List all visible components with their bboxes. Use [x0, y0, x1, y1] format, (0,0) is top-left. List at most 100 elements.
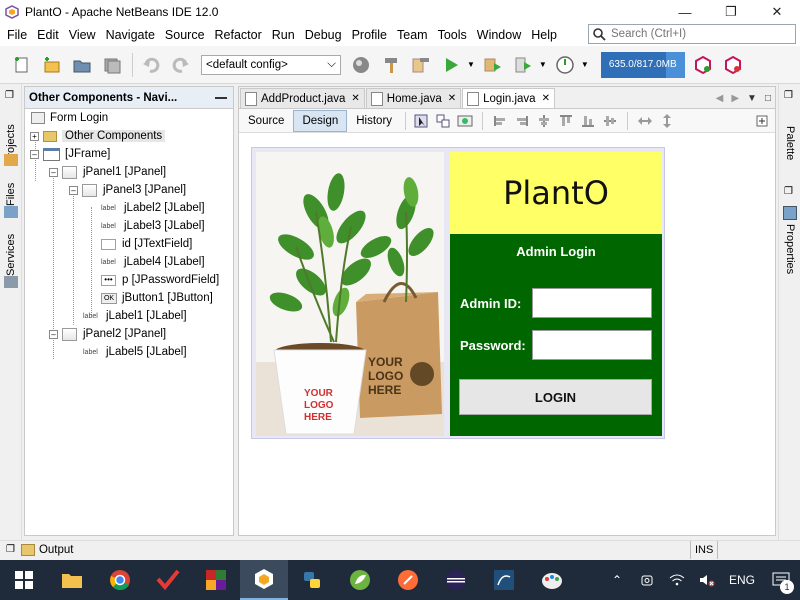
clean-build-icon[interactable]	[407, 51, 435, 79]
minimize-button[interactable]: —	[662, 0, 708, 24]
restore-icon[interactable]: ❐	[6, 544, 15, 555]
tree-node-form[interactable]: Form Login	[31, 109, 108, 127]
tree-node-jlabel1[interactable]: label jLabel1 [JLabel]	[83, 307, 187, 325]
tree-node-jlabel2[interactable]: label jLabel2 [JLabel]	[101, 199, 205, 217]
globe-icon[interactable]	[347, 51, 375, 79]
chevron-left-icon[interactable]: ◀	[716, 93, 724, 104]
search-box[interactable]	[588, 24, 796, 44]
menu-source[interactable]: Source	[160, 24, 210, 46]
align-bottom-icon[interactable]	[579, 113, 597, 129]
memory-indicator[interactable]: 635.0/817.0MB	[600, 51, 685, 78]
chevron-up-icon[interactable]: ⌃	[602, 560, 632, 600]
align-top-icon[interactable]	[557, 113, 575, 129]
file-explorer-icon[interactable]	[48, 560, 96, 600]
tree-node-jpanel2[interactable]: – jPanel2 [JPanel]	[49, 325, 166, 343]
new-project-icon[interactable]	[38, 51, 66, 79]
tab-addproduct[interactable]: AddProduct.java ✕	[240, 88, 365, 108]
output-tab[interactable]: Output	[39, 544, 74, 556]
config-select[interactable]: <default config> ⌵	[201, 54, 341, 75]
preview-design-icon[interactable]	[456, 113, 474, 129]
expand-canvas-icon[interactable]	[753, 113, 771, 129]
resize-vertical-icon[interactable]	[658, 113, 676, 129]
menu-help[interactable]: Help	[526, 24, 562, 46]
menu-tools[interactable]: Tools	[433, 24, 472, 46]
menu-team[interactable]: Team	[392, 24, 433, 46]
menu-refactor[interactable]: Refactor	[210, 24, 267, 46]
debug-icon[interactable]	[479, 51, 507, 79]
notification-icon[interactable]: 1	[762, 560, 800, 600]
collapse-icon[interactable]: –	[69, 185, 78, 195]
tab-properties[interactable]: Properties	[782, 224, 798, 278]
menu-debug[interactable]: Debug	[300, 24, 347, 46]
align-right-icon[interactable]	[513, 113, 531, 129]
tree-node-jlabel5[interactable]: label jLabel5 [JLabel]	[83, 343, 187, 361]
netbeans-taskbar-icon[interactable]	[240, 560, 288, 600]
close-tab-icon[interactable]: ✕	[542, 93, 550, 104]
search-input[interactable]	[611, 28, 791, 40]
resize-horizontal-icon[interactable]	[636, 113, 654, 129]
tree-node-id-textfield[interactable]: id [JTextField]	[101, 235, 192, 253]
tree-node-jlabel4[interactable]: label jLabel4 [JLabel]	[101, 253, 205, 271]
save-all-icon[interactable]	[98, 51, 126, 79]
login-button[interactable]: LOGIN	[459, 379, 652, 415]
menu-edit[interactable]: Edit	[32, 24, 64, 46]
chevron-right-icon[interactable]: ▶	[731, 93, 739, 104]
python-icon[interactable]	[288, 560, 336, 600]
view-source-tab[interactable]: Source	[239, 110, 293, 132]
undo-icon[interactable]	[137, 51, 165, 79]
build-hammer-icon[interactable]	[377, 51, 405, 79]
restore-icon[interactable]: ❐	[5, 90, 14, 101]
eclipse-icon[interactable]	[432, 560, 480, 600]
paint-icon[interactable]	[528, 560, 576, 600]
postman-icon[interactable]	[384, 560, 432, 600]
expand-icon[interactable]: +	[30, 131, 39, 141]
menu-run[interactable]: Run	[267, 24, 300, 46]
form-preview[interactable]: YOUR LOGO HERE YOUR LOGO HERE PlantO Adm…	[251, 147, 665, 439]
maximize-button[interactable]: ❐	[708, 0, 754, 24]
open-project-icon[interactable]	[68, 51, 96, 79]
tree-node-p-passwordfield[interactable]: ••• p [JPasswordField]	[101, 271, 219, 289]
new-file-icon[interactable]	[8, 51, 36, 79]
restore-icon[interactable]: ❐	[784, 90, 793, 101]
tab-palette[interactable]: Palette	[782, 126, 798, 166]
gauge-dropdown-icon[interactable]: ▼	[581, 60, 589, 69]
close-button[interactable]: ✕	[754, 0, 800, 24]
volume-muted-icon[interactable]	[692, 560, 722, 600]
tree-node-jpanel3[interactable]: – jPanel3 [JPanel]	[69, 181, 186, 199]
collapse-icon[interactable]: –	[49, 167, 58, 177]
minimize-panel-icon[interactable]	[215, 96, 227, 99]
profile-dropdown-icon[interactable]: ▼	[539, 60, 547, 69]
view-design-tab[interactable]: Design	[293, 109, 348, 132]
tree-node-jframe[interactable]: – [JFrame]	[30, 145, 110, 163]
spring-tools-icon[interactable]	[336, 560, 384, 600]
tab-login[interactable]: Login.java ✕	[462, 88, 555, 108]
windows-start-icon[interactable]	[0, 560, 48, 600]
restore-icon[interactable]: ❐	[784, 186, 793, 197]
redo-icon[interactable]	[167, 51, 195, 79]
run-dropdown-icon[interactable]: ▼	[467, 60, 475, 69]
tree-node-jpanel1[interactable]: – jPanel1 [JPanel]	[49, 163, 166, 181]
close-tab-icon[interactable]: ✕	[351, 93, 359, 104]
menu-file[interactable]: File	[2, 24, 32, 46]
collapse-icon[interactable]: –	[49, 329, 58, 339]
stop-profiler-icon[interactable]	[719, 51, 747, 79]
tree-node-jbutton1[interactable]: OK jButton1 [JButton]	[101, 289, 213, 307]
mysql-workbench-icon[interactable]	[480, 560, 528, 600]
menu-navigate[interactable]: Navigate	[101, 24, 160, 46]
gc-icon[interactable]	[689, 51, 717, 79]
menu-view[interactable]: View	[64, 24, 101, 46]
align-left-icon[interactable]	[491, 113, 509, 129]
profile-icon[interactable]	[509, 51, 537, 79]
selection-mode-icon[interactable]	[412, 113, 430, 129]
menu-window[interactable]: Window	[472, 24, 526, 46]
maximize-editor-icon[interactable]: □	[765, 93, 771, 104]
admin-id-input[interactable]	[532, 288, 652, 318]
winrar-icon[interactable]	[192, 560, 240, 600]
tab-list-icon[interactable]: ▼	[747, 93, 757, 104]
tab-services[interactable]: Services	[2, 226, 20, 276]
checkmark-app-icon[interactable]	[144, 560, 192, 600]
password-input[interactable]	[532, 330, 652, 360]
center-horizontal-icon[interactable]	[535, 113, 553, 129]
tab-files[interactable]: Files	[2, 174, 20, 206]
collapse-icon[interactable]: –	[30, 149, 39, 159]
